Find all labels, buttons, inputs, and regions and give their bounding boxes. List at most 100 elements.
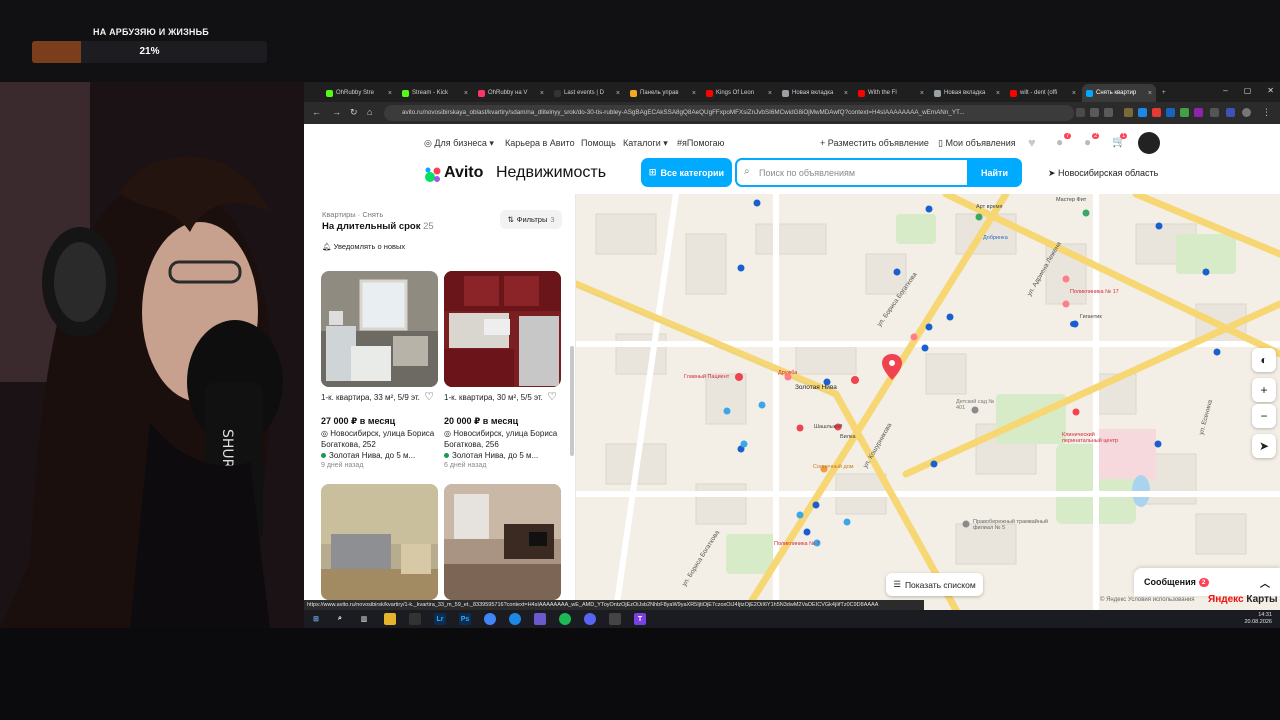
browser-tab[interactable]: wilt - dent (offi × [1006, 84, 1080, 102]
map-copyright[interactable]: © Яндекс Условия использования [1100, 597, 1195, 603]
maximize-icon[interactable]: ▢ [1244, 86, 1252, 95]
close-tab-icon[interactable]: × [1148, 90, 1152, 97]
close-tab-icon[interactable]: × [692, 90, 696, 97]
messages-icon[interactable]: ● [1084, 135, 1091, 149]
app-icon[interactable] [509, 613, 521, 625]
user-avatar[interactable] [1138, 132, 1160, 154]
browser-menu-icon[interactable]: ⋮ [1262, 107, 1271, 118]
map-canvas[interactable] [576, 194, 1280, 610]
breadcrumb-item[interactable]: Снять [362, 210, 383, 219]
listing-title[interactable]: 1-к. квартира, 30 м², 5/5 эт. [444, 392, 544, 403]
all-categories-button[interactable]: ⊞ Все категории [641, 158, 732, 187]
nav-career[interactable]: Карьера в Авито [505, 138, 575, 148]
close-tab-icon[interactable]: × [464, 90, 468, 97]
extension-icon[interactable] [1194, 108, 1203, 117]
discord-icon[interactable] [584, 613, 596, 625]
app-icon[interactable]: T [634, 613, 646, 625]
browser-tab[interactable]: Last events | D × [550, 84, 624, 102]
nav-help[interactable]: Помощь [581, 138, 616, 148]
app-icon[interactable] [534, 613, 546, 625]
listing-photo[interactable] [444, 484, 561, 600]
post-ad-link[interactable]: + Разместить объявление [820, 138, 929, 148]
notifications-bell-icon[interactable]: ● [1056, 135, 1063, 149]
profile-avatar-icon[interactable] [1242, 108, 1251, 117]
avito-logo-icon[interactable] [424, 166, 442, 184]
browser-tab[interactable]: Kings Of Leon × [702, 84, 776, 102]
search-icon[interactable]: ⌕ [334, 613, 346, 625]
listing-photo[interactable] [321, 484, 438, 600]
extension-icon[interactable] [1138, 108, 1147, 117]
close-tab-icon[interactable]: × [616, 90, 620, 97]
app-icon[interactable] [409, 613, 421, 625]
filters-button[interactable]: ⇅ Фильтры 3 [500, 210, 562, 229]
breadcrumb-item[interactable]: Квартиры [322, 210, 356, 219]
notify-new-link[interactable]: 🔔︎ Уведомлять о новых [322, 242, 405, 251]
home-icon[interactable]: ⌂ [367, 107, 372, 117]
my-ads-link[interactable]: ▯ Мои объявления [938, 138, 1016, 149]
nav-business[interactable]: ◎ Для бизнеса ▾ [424, 138, 494, 149]
close-tab-icon[interactable]: × [844, 90, 848, 97]
new-tab-button[interactable]: + [1158, 84, 1174, 102]
zoom-icon[interactable] [1076, 108, 1085, 117]
close-tab-icon[interactable]: × [920, 90, 924, 97]
spotify-icon[interactable] [559, 613, 571, 625]
close-tab-icon[interactable]: × [540, 90, 544, 97]
chevron-up-icon[interactable]: ︿ [1260, 575, 1270, 590]
map-layers-icon[interactable]: ◐ [1252, 348, 1276, 372]
browser-tab[interactable]: Stream - Kick × [398, 84, 472, 102]
favorite-heart-icon[interactable]: ♡ [547, 390, 557, 403]
browser-tab[interactable]: OhRubby на V × [474, 84, 548, 102]
region-selector[interactable]: ➤ Новосибирская область [1048, 168, 1158, 179]
close-tab-icon[interactable]: × [388, 90, 392, 97]
browser-tab[interactable]: Новая вкладка × [930, 84, 1004, 102]
browser-tab[interactable]: Панель управ × [626, 84, 700, 102]
extension-icon[interactable] [1226, 108, 1235, 117]
listing-title[interactable]: 1-к. квартира, 33 м², 5/9 эт. [321, 392, 421, 403]
app-icon[interactable] [609, 613, 621, 625]
close-tab-icon[interactable]: × [1072, 90, 1076, 97]
search-button[interactable]: Найти [967, 158, 1022, 187]
extension-icon[interactable] [1152, 108, 1161, 117]
taskbar-clock[interactable]: 14:31 20.08.2026 [1244, 612, 1272, 626]
windows-start-icon[interactable]: ⊞ [310, 613, 322, 625]
extension-icon[interactable] [1180, 108, 1189, 117]
browser-tab[interactable]: With the Fl × [854, 84, 928, 102]
extension-icon[interactable] [1166, 108, 1175, 117]
browser-tab[interactable]: Снять квартир × [1082, 84, 1156, 102]
geolocation-button[interactable]: ➤ [1252, 434, 1276, 458]
url-field[interactable]: avito.ru/novosibirskaya_oblast/kvartiry/… [384, 105, 1074, 121]
nav-catalogs[interactable]: Каталоги ▾ [623, 138, 668, 149]
task-view-icon[interactable]: ▥ [358, 613, 370, 625]
zoom-out-button[interactable]: − [1252, 404, 1276, 428]
listing-photo[interactable] [444, 271, 561, 387]
show-list-button[interactable]: ☰ Показать списком [886, 573, 983, 596]
share-icon[interactable] [1090, 108, 1099, 117]
search-input[interactable] [759, 160, 964, 185]
photoshop-icon[interactable]: Ps [459, 613, 471, 625]
nav-ipomogayu[interactable]: #яПомогаю [677, 138, 724, 148]
listing-scrollbar[interactable] [570, 346, 574, 456]
file-explorer-icon[interactable] [384, 613, 396, 625]
puzzle-icon[interactable] [1210, 108, 1219, 117]
reload-icon[interactable]: ↻ [350, 107, 358, 118]
messages-widget[interactable]: Сообщения 2 ︿ [1134, 568, 1280, 596]
extension-icon[interactable] [1124, 108, 1133, 117]
favorite-heart-icon[interactable]: ♡ [424, 390, 434, 403]
zoom-in-button[interactable]: + [1252, 378, 1276, 402]
bookmark-star-icon[interactable] [1104, 108, 1113, 117]
browser-tab[interactable]: Новая вкладка × [778, 84, 852, 102]
avito-section-title[interactable]: Недвижимость [496, 164, 606, 182]
chrome-icon[interactable] [484, 613, 496, 625]
lightroom-icon[interactable]: Lr [434, 613, 446, 625]
avito-logo-text[interactable]: Avito [444, 164, 483, 182]
close-tab-icon[interactable]: × [996, 90, 1000, 97]
close-window-icon[interactable]: ✕ [1267, 86, 1274, 95]
minimize-icon[interactable]: – [1223, 86, 1227, 95]
back-icon[interactable]: ← [312, 107, 321, 117]
yandex-maps-logo[interactable]: Яндекс Карты [1208, 594, 1278, 605]
favorites-heart-icon[interactable]: ♥ [1028, 135, 1036, 150]
forward-icon[interactable]: → [332, 107, 341, 117]
map-view[interactable]: Золотая Нива Добринка Поликлиника № 17 Г… [576, 194, 1280, 610]
close-tab-icon[interactable]: × [768, 90, 772, 97]
listing-photo[interactable] [321, 271, 438, 387]
